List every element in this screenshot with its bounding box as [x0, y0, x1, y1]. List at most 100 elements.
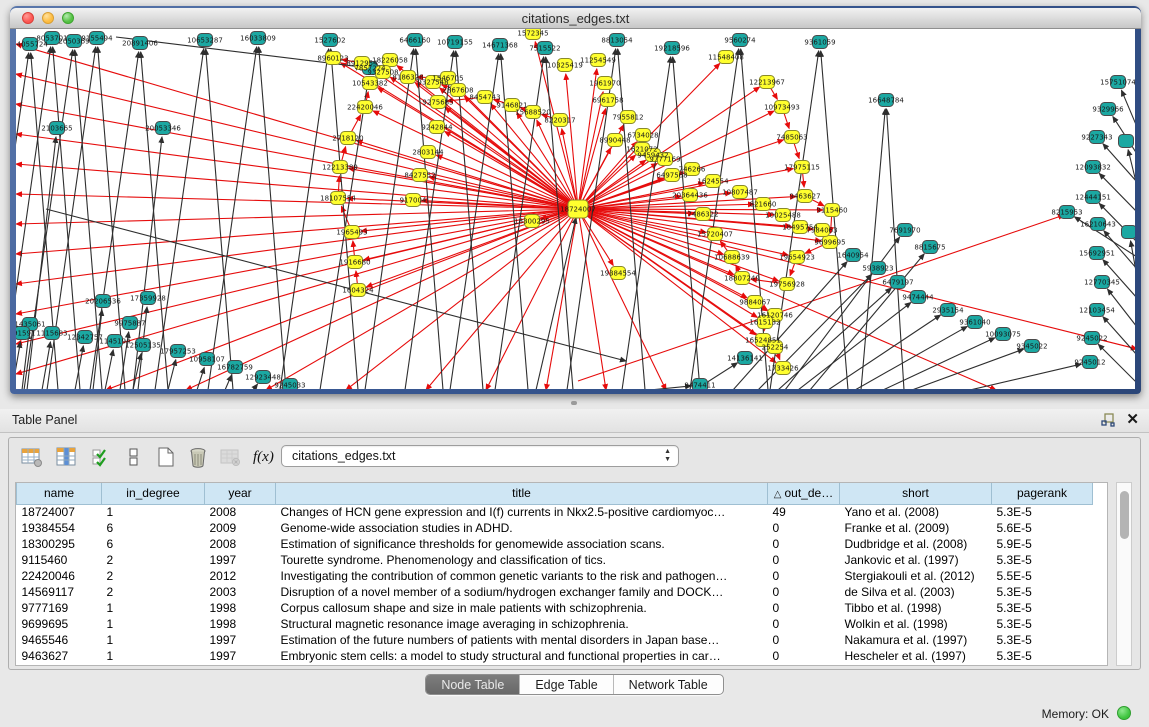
tab-node-table[interactable]: Node Table [426, 675, 520, 694]
graph-node-label: 12444151 [1075, 194, 1111, 202]
graph-node-label: 1572345 [517, 30, 548, 38]
function-builder-icon[interactable]: f(x) [253, 446, 275, 468]
column-header-out_de[interactable]: △out_de… [768, 483, 840, 504]
graph-node-label: 18724007 [560, 206, 596, 214]
column-header-year[interactable]: year [205, 483, 276, 504]
graph-node-label: 14136141 [727, 355, 763, 363]
table-row[interactable]: 977716911998Corpus callosum shape and si… [17, 600, 1093, 616]
graph-node-label: 16210643 [1080, 221, 1116, 229]
graph-node-label: 20364436 [672, 192, 708, 200]
graph-node-label: 19654923 [779, 254, 815, 262]
panel-splitter-handle[interactable] [571, 401, 577, 405]
graph-node-label: 9699695 [814, 239, 845, 247]
table-row[interactable]: 946554611997Estimation of the future num… [17, 632, 1093, 648]
table-scrollbar-thumb[interactable] [1120, 491, 1129, 539]
table-row[interactable]: 911546021997Tourette syndrome. Phenomeno… [17, 552, 1093, 568]
graph-node-label: 10093075 [985, 331, 1021, 339]
table-row[interactable]: 1456911722003Disruption of a novel membe… [17, 584, 1093, 600]
close-panel-icon[interactable]: ✕ [1126, 412, 1139, 428]
float-panel-icon[interactable] [1100, 412, 1116, 428]
network-canvas[interactable]: 1405572480537012050369915549420891406106… [16, 29, 1135, 389]
graph-node-label: 6466160 [399, 37, 430, 45]
graph-node-label: 10973493 [764, 104, 800, 112]
table-row[interactable]: 969969511998Structural magnetic resonanc… [17, 616, 1093, 632]
graph-node-label: 11548408 [708, 54, 744, 62]
graph-node-label: 9245012 [1074, 359, 1105, 367]
graph-node-label: 10653287 [187, 37, 223, 45]
table-options-icon[interactable] [21, 446, 43, 468]
graph-node-label: 20053346 [145, 125, 181, 133]
graph-node-label: 17975115 [784, 164, 820, 172]
graph-node-label: 6479197 [882, 279, 913, 287]
graph-node-label: 18807249 [724, 275, 760, 283]
graph-node-label: 7486322 [687, 211, 718, 219]
column-header-pagerank[interactable]: pagerank [992, 483, 1093, 504]
network-view-window[interactable]: citations_edges.txt 14055724805370120503… [10, 6, 1141, 394]
graph-node-label: 9242844 [421, 124, 453, 132]
column-header-in_degree[interactable]: in_degree [102, 483, 205, 504]
graph-node-label: 8220317 [544, 117, 575, 125]
graph-node-label: 746266 [679, 166, 706, 174]
table-toolbar: f(x) citations_edges.txt ▲▼ [9, 444, 1140, 474]
table-row[interactable]: 1938455462009Genome-wide association stu… [17, 520, 1093, 536]
graph-node-label: 1615132 [749, 319, 780, 327]
merge-tables-icon[interactable] [123, 446, 145, 468]
graph-node-label: 15688520 [515, 109, 551, 117]
graph-node-label: 12093832 [1075, 164, 1111, 172]
column-header-title[interactable]: title [276, 483, 768, 504]
graph-node-label: 9560274 [724, 37, 756, 45]
graph-node-label: 9884067 [739, 299, 770, 307]
show-columns-icon[interactable] [55, 446, 77, 468]
network-graph-svg[interactable]: 1405572480537012050369915549420891406106… [16, 29, 1135, 389]
graph-node[interactable] [1122, 226, 1136, 239]
graph-node-label: 7984063 [806, 227, 837, 235]
graph-node-label: 17957253 [160, 348, 196, 356]
graph-node-label: 10543382 [352, 80, 388, 88]
graph-node-label: 12505135 [125, 342, 161, 350]
graph-node-label: 15751074 [1100, 79, 1135, 87]
graph-node-label: 15720407 [697, 231, 733, 239]
graph-node-label: 22420046 [347, 104, 383, 112]
graph-node-label: 12923448 [245, 374, 281, 382]
graph-node-label: 1733426 [767, 365, 799, 373]
graph-node-label: 252254 [762, 344, 789, 352]
table-row[interactable]: 1872400712008Changes of HCN gene express… [17, 504, 1093, 520]
column-header-name[interactable]: name [17, 483, 102, 504]
graph-node-label: 8990448 [599, 137, 630, 145]
select-all-rows-icon[interactable] [91, 446, 113, 468]
tab-edge-table[interactable]: Edge Table [520, 675, 613, 694]
graph-node-label: 9115460 [816, 207, 847, 215]
tab-network-table[interactable]: Network Table [614, 675, 723, 694]
graph-node-label: 7691970 [889, 227, 920, 235]
graph-node-label: 8427552 [404, 172, 435, 180]
delete-table-icon[interactable] [187, 446, 209, 468]
graph-node-label: 19384554 [600, 270, 636, 278]
table-row[interactable]: 1830029562008Estimation of significance … [17, 536, 1093, 552]
graph-node-label: 12342757 [67, 334, 103, 342]
sort-ascending-icon: △ [774, 489, 782, 500]
graph-node[interactable] [1119, 135, 1134, 148]
graph-node-label: 9361059 [804, 39, 835, 47]
graph-node-label: 1435061 [16, 321, 46, 329]
graph-node-label: 12770345 [1084, 279, 1120, 287]
graph-node-label: 5938923 [862, 265, 893, 273]
graph-node-label: 9474444 [902, 294, 934, 302]
table-row[interactable]: 946362711997Embryonic stem cells: a mode… [17, 648, 1093, 664]
graph-node-label: 19218596 [654, 45, 690, 53]
graph-node-label: 15692951 [1079, 250, 1115, 258]
graph-node-label: 8215953 [1051, 209, 1082, 217]
memory-ok-indicator [1117, 706, 1131, 720]
table-row[interactable]: 2242004622012Investigating the contribut… [17, 568, 1093, 584]
window-titlebar[interactable]: citations_edges.txt [10, 8, 1141, 29]
graph-node-label: 18300295 [514, 218, 550, 226]
node-table[interactable]: namein_degreeyeartitle△out_de…shortpager… [15, 482, 1108, 666]
graph-node-label: 6961758 [592, 97, 623, 105]
memory-status-label: Memory: OK [1042, 707, 1109, 721]
table-panel-title: Table Panel [12, 413, 77, 427]
new-table-icon[interactable] [155, 446, 177, 468]
graph-node-label: 1916680 [339, 259, 370, 267]
table-scrollbar[interactable] [1116, 482, 1132, 666]
table-selector-dropdown[interactable]: citations_edges.txt ▲▼ [281, 445, 679, 467]
graph-node-label: 2935154 [932, 307, 964, 315]
column-header-short[interactable]: short [840, 483, 992, 504]
